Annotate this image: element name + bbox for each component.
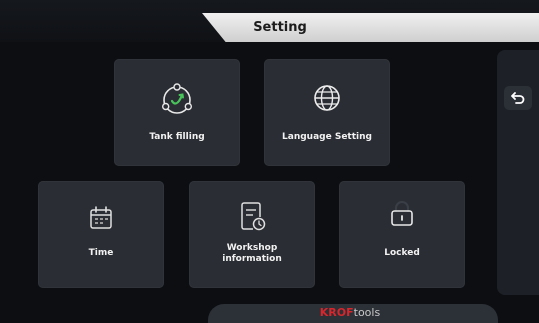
calendar-icon xyxy=(38,203,164,233)
tank-refill-cycle-icon xyxy=(114,79,240,119)
locked-tile[interactable]: Locked xyxy=(339,181,465,288)
lock-icon xyxy=(339,199,465,229)
workshop-information-label: Workshop information xyxy=(189,243,315,265)
workshop-label-line1: Workshop xyxy=(226,243,278,253)
brand-logo: KROFtools xyxy=(300,305,400,321)
settings-screen: Setting Tank filling Language Setting Ti… xyxy=(0,0,539,323)
language-setting-tile[interactable]: Language Setting xyxy=(264,59,390,166)
tank-filling-tile[interactable]: Tank filling xyxy=(114,59,240,166)
page-title: Setting xyxy=(253,20,307,35)
language-setting-label: Language Setting xyxy=(282,132,372,142)
time-tile[interactable]: Time xyxy=(38,181,164,288)
locked-label: Locked xyxy=(384,248,420,258)
back-button[interactable] xyxy=(504,86,532,110)
globe-icon xyxy=(264,81,390,115)
brand-secondary: tools xyxy=(353,306,381,319)
document-clock-icon xyxy=(189,199,315,233)
time-label: Time xyxy=(88,248,114,258)
brand-primary: KROF xyxy=(319,306,354,319)
back-arrow-icon xyxy=(511,92,525,104)
tank-filling-label: Tank filling xyxy=(149,132,205,142)
workshop-information-tile[interactable]: Workshop information xyxy=(189,181,315,288)
workshop-label-line2: information xyxy=(222,254,282,264)
